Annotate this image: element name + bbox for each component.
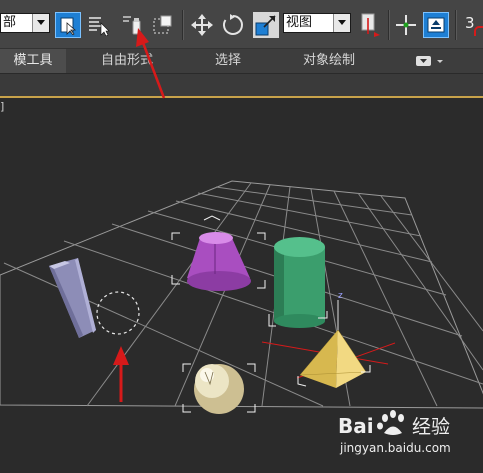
chevron-down-icon (333, 14, 350, 32)
toolbar-separator (455, 10, 457, 40)
red-arrow-marker (113, 346, 129, 402)
move-icon (190, 13, 214, 37)
baidu-watermark: Bai 经验 jingyan.baidu.com (338, 410, 451, 455)
reference-coord-value: 视图 (286, 15, 313, 30)
pyramid-object[interactable] (299, 329, 367, 388)
ribbon-tab-bar: 模工具 自由形式 选择 对象绘制 (0, 49, 483, 74)
select-filter-icon (121, 13, 145, 37)
watermark-url: jingyan.baidu.com (339, 441, 451, 455)
perspective-viewport[interactable]: ] z Bai 经验 jingyan.baidu.com (0, 98, 483, 473)
rotate-icon (221, 13, 245, 37)
selection-filter-dropdown[interactable]: 部 (0, 13, 50, 33)
circle-helper[interactable] (96, 291, 140, 335)
reference-coord-dropdown[interactable]: 视图 (283, 13, 351, 33)
snap-icon (394, 13, 418, 37)
scale-icon (255, 14, 277, 36)
rotate-button[interactable] (220, 12, 246, 38)
scale-button[interactable] (253, 12, 279, 38)
ribbon-options-button[interactable] (413, 51, 447, 71)
paw-logo-icon (377, 410, 404, 435)
sphere-object[interactable] (194, 364, 244, 414)
select-filter-button[interactable] (120, 12, 146, 38)
main-toolbar: 部 视图 3 (0, 0, 483, 49)
axis-z-label: z (338, 291, 343, 301)
select-by-name-button[interactable] (86, 12, 112, 38)
pivot-button[interactable] (357, 12, 383, 38)
ribbon-panel-strip (0, 74, 483, 98)
region-select-button[interactable] (150, 12, 176, 38)
select-object-button[interactable] (55, 12, 81, 38)
tab-modeling-tools[interactable]: 模工具 (0, 49, 66, 73)
watermark-brand-right: 经验 (412, 416, 450, 438)
select-by-name-icon (87, 14, 111, 36)
viewport-scene: z Bai 经验 jingyan.baidu.com (0, 180, 483, 455)
selection-filter-value: 部 (3, 15, 17, 30)
align-icon (426, 15, 446, 35)
watermark-brand-left: Bai (338, 414, 374, 438)
snap-magnet-icon (474, 26, 483, 36)
move-button[interactable] (189, 12, 215, 38)
toolbar-separator (388, 10, 390, 40)
snap-toggle-button[interactable] (393, 12, 419, 38)
tab-freeform[interactable]: 自由形式 (80, 49, 174, 73)
chevron-down-icon (32, 14, 49, 32)
toolbar-separator (182, 10, 184, 40)
cone-object[interactable] (187, 232, 251, 291)
select-object-icon (58, 15, 78, 35)
region-select-icon (151, 13, 175, 37)
box-object[interactable] (49, 258, 96, 338)
tab-object-paint[interactable]: 对象绘制 (282, 49, 376, 73)
tab-selection[interactable]: 选择 (195, 49, 261, 73)
pivot-icon (358, 12, 382, 38)
ribbon-menu-icon (413, 51, 447, 71)
align-button[interactable] (423, 12, 449, 38)
cylinder-object[interactable] (274, 237, 325, 328)
